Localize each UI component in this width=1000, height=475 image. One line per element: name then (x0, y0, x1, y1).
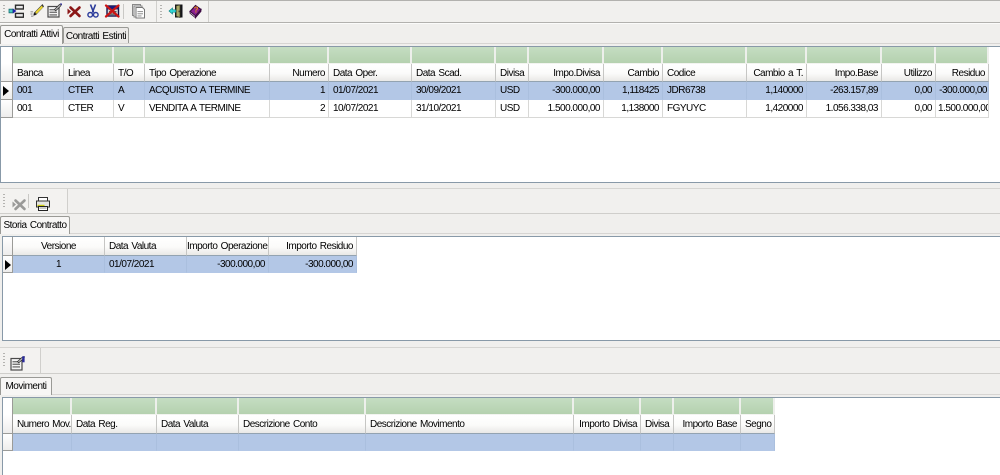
svg-text:?: ? (194, 6, 199, 15)
